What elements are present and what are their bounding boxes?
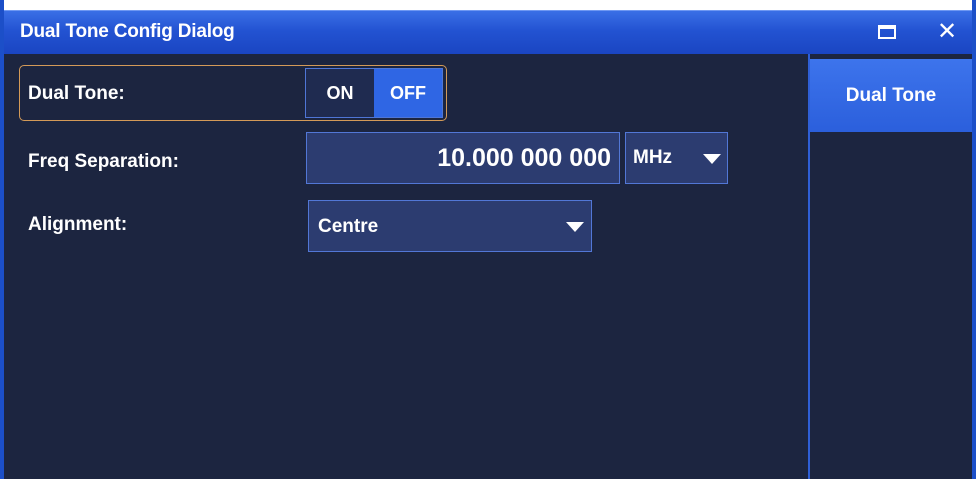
freq-unit-value: MHz [633,147,673,168]
top-strip [4,0,972,10]
dialog-content: Dual Tone: ON OFF Freq Separation: 10.00… [4,54,808,479]
side-tab-dual-tone[interactable]: Dual Tone [810,59,972,132]
toggle-on-option[interactable]: ON [306,69,374,117]
toggle-off-option[interactable]: OFF [374,69,442,117]
alignment-value: Centre [318,216,379,237]
chevron-down-icon [566,222,584,232]
chevron-down-icon [703,154,721,164]
freq-separation-label: Freq Separation: [28,151,179,172]
close-icon: ✕ [936,18,958,45]
maximize-button[interactable] [872,18,902,46]
dual-tone-label: Dual Tone: [28,83,125,104]
alignment-label: Alignment: [28,214,128,235]
alignment-select[interactable]: Centre [308,200,592,252]
dialog-title: Dual Tone Config Dialog [20,21,235,42]
side-panel: Dual Tone [808,54,972,479]
freq-unit-select[interactable]: MHz [625,132,728,184]
close-button[interactable]: ✕ [932,18,962,46]
dual-tone-config-dialog: Dual Tone Config Dialog ✕ Dual Tone: ON … [0,0,976,479]
dual-tone-toggle[interactable]: ON OFF [305,68,443,118]
freq-separation-input[interactable]: 10.000 000 000 [306,132,620,184]
maximize-icon [878,25,896,39]
title-bar[interactable]: Dual Tone Config Dialog ✕ [4,10,972,54]
